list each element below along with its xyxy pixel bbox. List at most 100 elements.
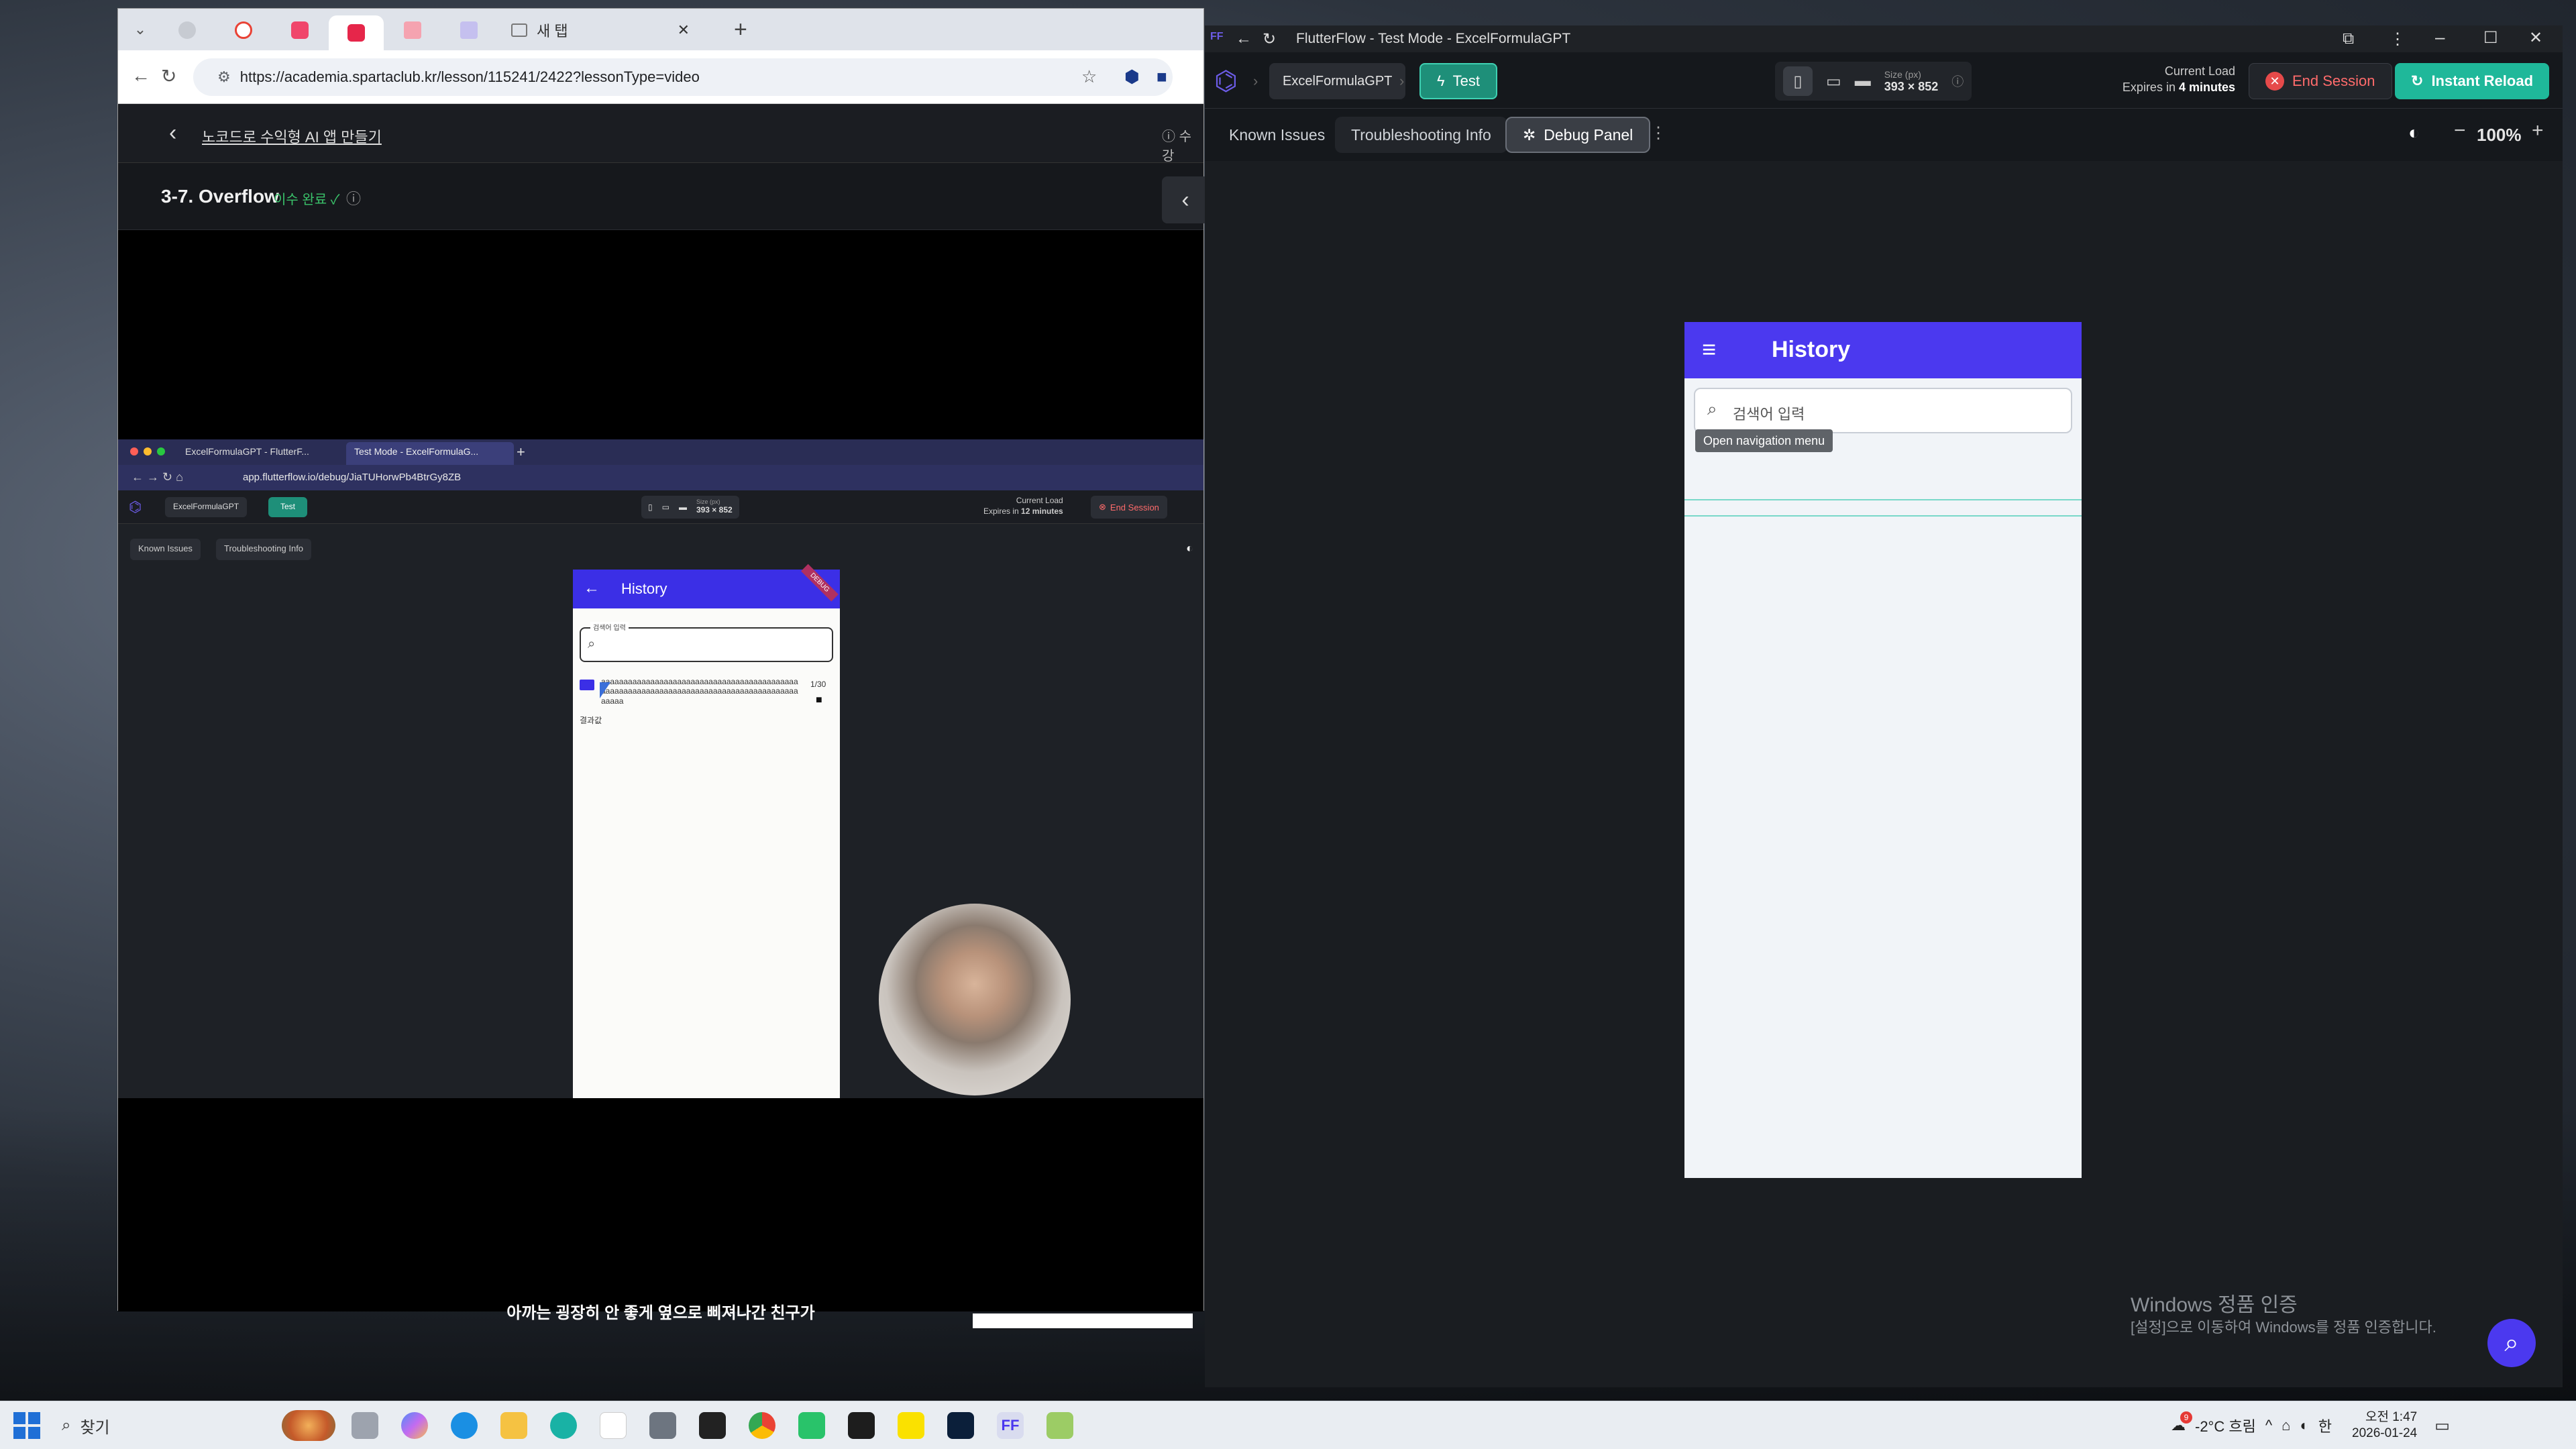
tab-debug-panel[interactable]: ✲ Debug Panel (1505, 117, 1651, 153)
video-player[interactable]: ExcelFormulaGPT - FlutterF... Test Mode … (118, 230, 1203, 1322)
network-icon[interactable]: ⌂ (2282, 1417, 2290, 1434)
desktop-icon[interactable]: ▬ (1855, 72, 1871, 91)
minimize-icon[interactable]: – (2435, 27, 2445, 48)
tab-2[interactable] (216, 15, 271, 45)
volume-icon[interactable]: ◐ (2300, 1417, 2308, 1434)
tab-list-icon[interactable]: ⌄ (130, 21, 150, 41)
task-view-icon[interactable] (352, 1412, 378, 1439)
new-tab-icon[interactable]: + (734, 17, 747, 43)
close-circle-icon: ✕ (2265, 72, 2284, 91)
tray-chevron-icon[interactable]: ^ (2265, 1417, 2272, 1434)
tab-new[interactable]: 새 탭 ✕ (498, 15, 699, 45)
ime-indicator[interactable]: 한 (2318, 1415, 2332, 1436)
photoshop-icon[interactable] (947, 1412, 974, 1439)
chevron-left-icon[interactable]: ‹ (169, 120, 176, 146)
windows-start-icon[interactable] (13, 1412, 40, 1439)
notepad-icon[interactable] (600, 1412, 627, 1439)
url-field[interactable]: ⚙ https://academia.spartaclub.kr/lesson/… (193, 58, 1173, 96)
weather-icon[interactable]: ☁ 9 (2171, 1411, 2192, 1434)
tab-5[interactable] (385, 15, 440, 45)
header-right-text[interactable]: ⓘ 수강 (1162, 125, 1203, 164)
expires-prefix: Expires in (2122, 80, 2176, 95)
app-icon[interactable] (1046, 1412, 1073, 1439)
device-switcher: ▯ ▭ ▬ Size (px) 393 × 852 ⓘ (1775, 62, 1972, 101)
course-title[interactable]: 노코드로 수익형 AI 앱 만들기 (202, 125, 382, 147)
zoom-out-icon[interactable]: − (2454, 119, 2466, 142)
zoom-dot-icon (157, 447, 165, 455)
tab-troubleshooting[interactable]: Troubleshooting Info (1335, 117, 1507, 153)
phone-search-field[interactable]: ⌕ 검색어 입력 (1694, 388, 2072, 433)
left-browser-window: ⌄ 새 탭 ✕ + ← ↻ ⚙ https://academia.spartac… (117, 8, 1209, 1322)
flutterflow-logo-icon[interactable]: ⌬ (1214, 66, 1238, 97)
tablet-icon[interactable]: ▭ (1826, 72, 1841, 91)
project-chip[interactable]: ExcelFormulaGPT (1269, 63, 1406, 99)
taskbar-search[interactable]: ⌕ 찾기 (54, 1407, 335, 1444)
sticky-notes-icon[interactable] (848, 1412, 875, 1439)
size-label: Size (px) (1884, 68, 1921, 80)
info-icon[interactable]: ⓘ (1951, 72, 1964, 90)
inner-current-load-label: Current Load (1016, 496, 1063, 505)
inner-expires-value: 12 minutes (1021, 506, 1063, 516)
phone-icon[interactable]: ▯ (1783, 66, 1813, 96)
zoom-in-icon[interactable]: + (2532, 119, 2544, 142)
watermark-line-2: [설정]으로 이동하여 Windows를 정품 인증합니다. (2131, 1319, 2436, 1336)
dark-mode-icon[interactable]: ◐ (2408, 122, 2420, 144)
hamburger-menu-icon[interactable]: ≡ (1702, 335, 1716, 364)
teal-divider-bottom (1684, 515, 2082, 517)
inner-device-switcher: ▯ ▭ ▬ Size (px) 393 × 852 (641, 496, 739, 519)
install-app-icon[interactable]: ⧉ (2343, 30, 2354, 48)
file-explorer-icon[interactable] (500, 1412, 527, 1439)
test-mode-chip[interactable]: ϟ Test (1419, 63, 1498, 99)
reload-icon[interactable]: ↻ (161, 65, 176, 87)
back-arrow-icon[interactable]: ← (131, 65, 150, 87)
capcut-icon[interactable] (699, 1412, 726, 1439)
collapse-panel-button[interactable]: ‹ (1162, 176, 1209, 223)
windows-activation-watermark: Windows 정품 인증 [설정]으로 이동하여 Windows를 정품 인증… (2131, 1292, 2436, 1338)
chevron-right-icon: › (1253, 72, 1258, 89)
copilot-icon[interactable] (401, 1412, 428, 1439)
inner-test-chip: Test (268, 497, 308, 517)
tablet-icon: ▭ (661, 502, 669, 512)
extension-icon[interactable]: ⬢ (1124, 66, 1140, 87)
taskbar-search-label: 찾기 (80, 1418, 110, 1437)
back-arrow-icon[interactable]: ← (1236, 30, 1252, 48)
app-icon[interactable] (798, 1412, 825, 1439)
reload-icon[interactable]: ↻ (1263, 30, 1276, 49)
more-vertical-icon[interactable]: ⋮ (2390, 30, 2406, 49)
inner-search-label: 검색어 입력 (590, 622, 629, 632)
inner-ff-logo-icon: ⌬ (129, 498, 142, 515)
more-vertical-icon[interactable]: ⋮ (1650, 123, 1666, 143)
end-session-button[interactable]: ✕ End Session (2249, 63, 2392, 99)
inner-new-tab-icon: + (517, 443, 525, 460)
edge-icon[interactable] (451, 1412, 478, 1439)
app-icon[interactable] (649, 1412, 676, 1439)
notification-icon[interactable]: ▭ (2434, 1416, 2450, 1436)
search-fab-icon[interactable]: ⌕ (2487, 1319, 2536, 1367)
instant-reload-button[interactable]: ↻ Instant Reload (2395, 63, 2550, 99)
clock[interactable]: 오전 1:47 2026-01-24 (2352, 1409, 2417, 1442)
close-tab-icon[interactable]: ✕ (678, 21, 690, 39)
inner-item-count: 1/30 (810, 680, 826, 689)
chrome-icon[interactable] (749, 1412, 775, 1439)
search-icon: ⌕ (62, 1416, 71, 1434)
phone-icon: ▯ (648, 502, 653, 512)
inner-phone-appbar: ← History DEBUG (573, 564, 840, 608)
app-icon[interactable] (550, 1412, 577, 1439)
tab-1[interactable] (160, 15, 215, 45)
mac-traffic-lights (130, 447, 165, 455)
site-info-icon[interactable]: ⚙ (217, 68, 231, 86)
kakaotalk-icon[interactable] (898, 1412, 924, 1439)
tab-6[interactable] (441, 15, 496, 45)
maximize-icon[interactable]: ☐ (2483, 28, 2498, 48)
help-icon[interactable]: ⓘ (346, 187, 361, 209)
bookmark-star-icon[interactable]: ☆ (1081, 66, 1097, 87)
close-window-icon[interactable]: ✕ (2529, 28, 2542, 48)
teal-divider-top (1684, 499, 2082, 500)
flutterflow-taskbar-icon[interactable]: FF (997, 1412, 1024, 1439)
tab-known-issues[interactable]: Known Issues (1213, 117, 1341, 153)
tab-4-active[interactable] (329, 15, 384, 50)
camera-icon[interactable]: ■ (1157, 66, 1167, 87)
tab-3[interactable] (272, 15, 327, 45)
weather-text[interactable]: -2°C 흐림 (2195, 1415, 2256, 1436)
search-placeholder: 검색어 입력 (1733, 406, 1805, 423)
